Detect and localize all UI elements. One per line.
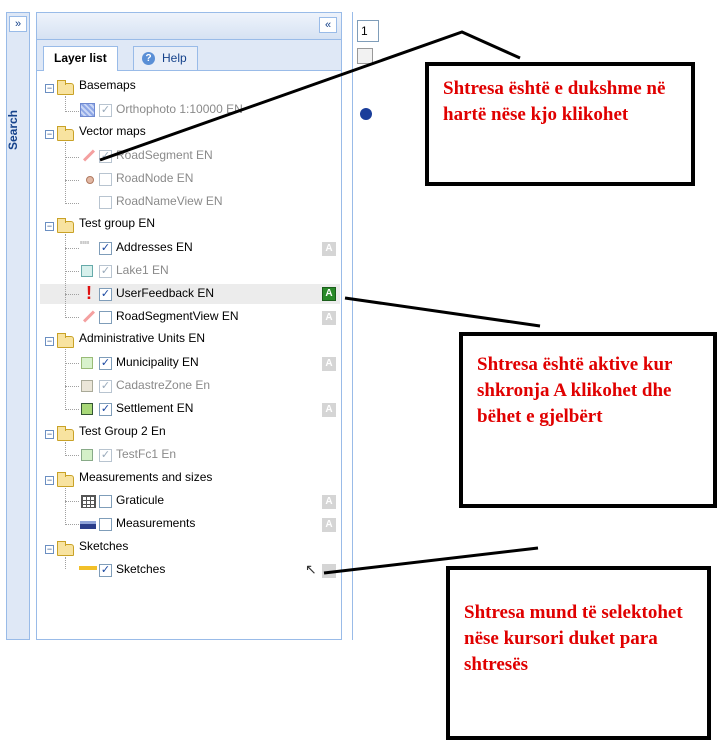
polygon-layer-icon: [81, 403, 93, 415]
legend-icon: ≡≡≡≡: [80, 240, 90, 245]
folder-icon: [57, 80, 74, 95]
layer-label-roadnode[interactable]: RoadNode EN: [116, 171, 193, 185]
collapse-toggle-admin-units[interactable]: −: [45, 337, 54, 346]
layer-label-roadsegment[interactable]: RoadSegment EN: [116, 148, 213, 162]
warning-icon: !: [86, 283, 92, 303]
layer-label-orthophoto[interactable]: Orthophoto 1:10000 EN: [116, 102, 243, 116]
map-tool-button[interactable]: [357, 48, 373, 64]
group-label-test-group: Test group EN: [79, 216, 156, 230]
activate-button-sketches[interactable]: [322, 564, 336, 578]
visibility-checkbox-lake1[interactable]: ✓: [99, 265, 112, 278]
visibility-checkbox-roadsegment[interactable]: ✓: [99, 150, 112, 163]
map-scale-field[interactable]: 1: [357, 20, 379, 42]
group-label-vector-maps: Vector maps: [79, 124, 146, 138]
activate-button-measurements[interactable]: A: [322, 518, 336, 532]
layer-label-roadnameview[interactable]: RoadNameView EN: [116, 194, 223, 208]
layer-label-municipality[interactable]: Municipality EN: [116, 355, 199, 369]
polygon-layer-icon: [81, 449, 93, 461]
activate-button-addresses[interactable]: A: [322, 242, 336, 256]
group-label-sketches: Sketches: [79, 539, 129, 553]
search-label: Search: [6, 109, 21, 151]
folder-icon: [57, 472, 74, 487]
visibility-checkbox-roadnode[interactable]: [99, 173, 112, 186]
layer-label-roadsegmentview[interactable]: RoadSegmentView EN: [116, 309, 239, 323]
collapse-toggle-basemaps[interactable]: −: [45, 84, 54, 93]
panel-header: «: [37, 13, 341, 40]
visibility-checkbox-testfc1[interactable]: ✓: [99, 449, 112, 462]
collapse-toggle-sketches[interactable]: −: [45, 545, 54, 554]
layer-label-cadastrezone[interactable]: CadastreZone En: [116, 378, 210, 392]
annotation-callout-active: Shtresa është aktive kur shkronja A klik…: [459, 332, 717, 508]
collapse-toggle-measurements[interactable]: −: [45, 476, 54, 485]
visibility-checkbox-measurements[interactable]: [99, 518, 112, 531]
expand-search-button[interactable]: »: [9, 16, 27, 32]
double-chevron-left-icon: «: [324, 19, 332, 31]
layer-label-addresses[interactable]: Addresses EN: [116, 240, 193, 254]
collapse-toggle-test-group[interactable]: −: [45, 222, 54, 231]
visibility-checkbox-userfeedback[interactable]: ✓: [99, 288, 112, 301]
activate-button-roadsegmentview[interactable]: A: [322, 311, 336, 325]
annotation-callout-visibility: Shtresa është e dukshme në hartë nëse kj…: [425, 62, 695, 186]
layer-label-userfeedback[interactable]: UserFeedback EN: [116, 286, 214, 300]
tab-help-label: Help: [162, 51, 187, 65]
visibility-checkbox-addresses[interactable]: ✓: [99, 242, 112, 255]
layer-label-sketches[interactable]: Sketches: [116, 562, 165, 576]
group-label-measurements: Measurements and sizes: [79, 470, 213, 484]
folder-icon: [57, 426, 74, 441]
group-label-test-group-2: Test Group 2 En: [79, 424, 166, 438]
graticule-icon: [81, 495, 96, 508]
tab-help[interactable]: ? Help: [133, 46, 198, 70]
layer-label-testfc1[interactable]: TestFc1 En: [116, 447, 176, 461]
polygon-layer-icon: [81, 265, 93, 277]
visibility-checkbox-municipality[interactable]: ✓: [99, 357, 112, 370]
group-label-admin-units: Administrative Units EN: [79, 331, 206, 345]
ruler-icon: [80, 521, 96, 529]
help-icon: ?: [142, 52, 155, 65]
sketch-line-icon: [79, 566, 97, 570]
visibility-checkbox-settlement[interactable]: ✓: [99, 403, 112, 416]
road-node-icon: [86, 176, 94, 184]
visibility-checkbox-roadnameview[interactable]: [99, 196, 112, 209]
annotation-callout-selectable: Shtresa mund të selektohet nëse kursori …: [446, 566, 711, 740]
activate-button-graticule[interactable]: A: [322, 495, 336, 509]
collapse-toggle-vector-maps[interactable]: −: [45, 130, 54, 139]
visibility-checkbox-roadsegmentview[interactable]: [99, 311, 112, 324]
tab-bar: Layer list ? Help: [37, 40, 341, 71]
polygon-layer-icon: [81, 380, 93, 392]
orthophoto-layer-icon: [80, 103, 95, 117]
collapse-panel-button[interactable]: «: [319, 17, 337, 33]
activate-button-userfeedback[interactable]: A: [322, 287, 336, 301]
visibility-checkbox-orthophoto[interactable]: ✓: [99, 104, 112, 117]
double-chevron-right-icon: »: [14, 18, 22, 30]
layer-label-graticule[interactable]: Graticule: [116, 493, 164, 507]
visibility-checkbox-graticule[interactable]: [99, 495, 112, 508]
collapse-toggle-test-group-2[interactable]: −: [45, 430, 54, 439]
tab-layer-list[interactable]: Layer list: [43, 46, 118, 71]
folder-icon: [57, 126, 74, 141]
activate-button-municipality[interactable]: A: [322, 357, 336, 371]
activate-button-settlement[interactable]: A: [322, 403, 336, 417]
visibility-checkbox-sketches[interactable]: ✓: [99, 564, 112, 577]
folder-icon: [57, 333, 74, 348]
polygon-layer-icon: [81, 357, 93, 369]
group-label-basemaps: Basemaps: [79, 78, 136, 92]
folder-icon: [57, 541, 74, 556]
visibility-checkbox-cadastrezone[interactable]: ✓: [99, 380, 112, 393]
folder-icon: [57, 218, 74, 233]
layer-label-lake1[interactable]: Lake1 EN: [116, 263, 169, 277]
map-marker-icon: [360, 108, 372, 120]
search-panel-collapsed[interactable]: » Search: [6, 12, 30, 640]
layer-label-measurements[interactable]: Measurements: [116, 516, 195, 530]
layer-label-settlement[interactable]: Settlement EN: [116, 401, 193, 415]
mouse-cursor-icon: ↖: [305, 561, 317, 577]
